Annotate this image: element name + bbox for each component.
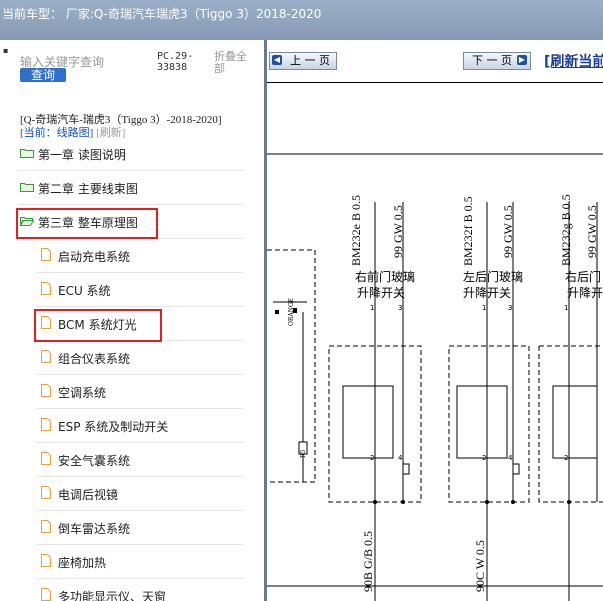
pin-label: 4	[508, 454, 513, 462]
component-text: R5	[300, 449, 307, 458]
wire-label: BM232f B 0.5	[461, 196, 475, 266]
wire-label: 90C W 0.5	[473, 540, 487, 592]
sidebar: ▪ 输入关键字查询 查询 PC.29-33838 折叠全部 [Q-奇瑞汽车-瑞虎…	[0, 40, 264, 601]
tree-chapter-2[interactable]: 第二章 主要线束图	[18, 172, 244, 205]
pin-label: 1	[564, 304, 569, 312]
document-icon	[41, 282, 51, 295]
component-label: 升降开关	[357, 286, 406, 300]
tree-item-label: 安全气囊系统	[58, 454, 131, 468]
tree-item[interactable]: ECU 系统	[36, 274, 244, 307]
tree-item[interactable]: 启动充电系统	[36, 240, 244, 273]
wire-label: 99 GW 0.5	[391, 205, 405, 258]
document-icon	[41, 316, 51, 329]
pin-label: 1	[482, 304, 487, 312]
tree-item[interactable]: 空调系统	[36, 376, 244, 409]
component-label: 升降开关	[463, 286, 512, 300]
tree-item-label: 座椅加热	[58, 556, 107, 570]
document-icon	[41, 452, 51, 465]
title-bar: 当前车型： 厂家:Q-奇瑞汽车瑞虎3（Tiggo 3）2018-2020	[0, 0, 603, 40]
tree-chapter-3[interactable]: 第三章 整车原理图	[18, 206, 244, 239]
prev-page-button[interactable]: ◀ 上 一 页	[269, 52, 337, 70]
tree-chapter-label: 第二章 主要线束图	[38, 182, 138, 196]
document-icon	[41, 384, 51, 397]
tree-item[interactable]: 组合仪表系统	[36, 342, 244, 375]
collapse-all-link[interactable]: 折叠全部	[214, 51, 252, 75]
next-page-button[interactable]: 下 一 页 ▶	[463, 52, 531, 70]
viewer-toolbar: ◀ 上 一 页 下 一 页 ▶ [刷新当前	[267, 40, 603, 82]
wire-label: 99 GW 0.5	[501, 205, 515, 258]
tree-item[interactable]: 多功能显示仪、天窗	[36, 580, 244, 601]
component-label: 右后门	[565, 270, 602, 284]
tree-chapter-label: 第三章 整车原理图	[38, 216, 138, 230]
tree-item[interactable]: 电调后视镜	[36, 478, 244, 511]
document-icon	[41, 486, 51, 499]
wire-label: BM232g B 0.5	[559, 194, 573, 266]
component-label: 左后门玻璃	[463, 270, 524, 284]
folder-icon	[20, 183, 34, 192]
document-icon	[41, 554, 51, 567]
refresh-current-link[interactable]: [刷新当前	[544, 51, 603, 71]
tree-item-label: 空调系统	[58, 386, 107, 400]
tree-item-label: 启动充电系统	[58, 250, 131, 264]
pin-label: 3	[508, 304, 513, 312]
dot-marker: ▪	[3, 46, 9, 55]
tree-item-label: ECU 系统	[58, 284, 111, 298]
arrow-left-icon: ◀	[272, 55, 282, 65]
pin-label: 1	[370, 304, 375, 312]
pin-label: 2	[482, 454, 487, 462]
tree-item-label: 组合仪表系统	[58, 352, 131, 366]
document-icon	[41, 520, 51, 533]
arrow-right-icon: ▶	[517, 55, 527, 65]
wire-label: BM232e B 0.5	[349, 194, 363, 266]
tree-chapter-1[interactable]: 第一章 读图说明	[18, 138, 244, 171]
tree-item-label: BCM 系统灯光	[58, 318, 137, 332]
document-icon	[41, 350, 51, 363]
pin-label: 2	[370, 454, 375, 462]
document-icon	[41, 418, 51, 431]
wiring-diagram: ORANGE R5	[267, 82, 603, 601]
pin-label: 3	[398, 304, 403, 312]
pin-label: 4	[398, 454, 403, 462]
component-label: 右前门玻璃	[355, 270, 416, 284]
tree-chapter-label: 第一章 读图说明	[38, 148, 126, 162]
tree-item-selected[interactable]: BCM 系统灯光	[36, 308, 244, 341]
tree-item-label: ESP 系统及制动开关	[58, 420, 169, 434]
tree-item[interactable]: 座椅加热	[36, 546, 244, 579]
search-button[interactable]: 查询	[20, 68, 66, 82]
tree-item[interactable]: ESP 系统及制动开关	[36, 410, 244, 443]
wire-label: 90B G/B 0.5	[361, 530, 375, 592]
current-model-label: 当前车型： 厂家:Q-奇瑞汽车瑞虎3（Tiggo 3）2018-2020	[2, 7, 322, 21]
tree-item-label: 多功能显示仪、天窗	[58, 590, 167, 601]
tree-item[interactable]: 安全气囊系统	[36, 444, 244, 477]
folder-icon	[20, 149, 34, 158]
pc-number: PC.29-33838	[157, 51, 194, 73]
tree-item-label: 电调后视镜	[58, 488, 119, 502]
wire-label: 99 GW 0.5	[585, 205, 599, 258]
tree-item[interactable]: 倒车雷达系统	[36, 512, 244, 545]
component-label: 升降开	[567, 286, 603, 300]
folder-open-icon	[20, 217, 34, 226]
diagram-viewer: ◀ 上 一 页 下 一 页 ▶ [刷新当前 ORANGE R5 BM232e B…	[267, 40, 603, 601]
document-icon	[41, 588, 51, 601]
component-text: ORANGE	[288, 298, 295, 326]
document-icon	[41, 248, 51, 261]
pin-label: 2	[564, 454, 569, 462]
tree-item-label: 倒车雷达系统	[58, 522, 131, 536]
